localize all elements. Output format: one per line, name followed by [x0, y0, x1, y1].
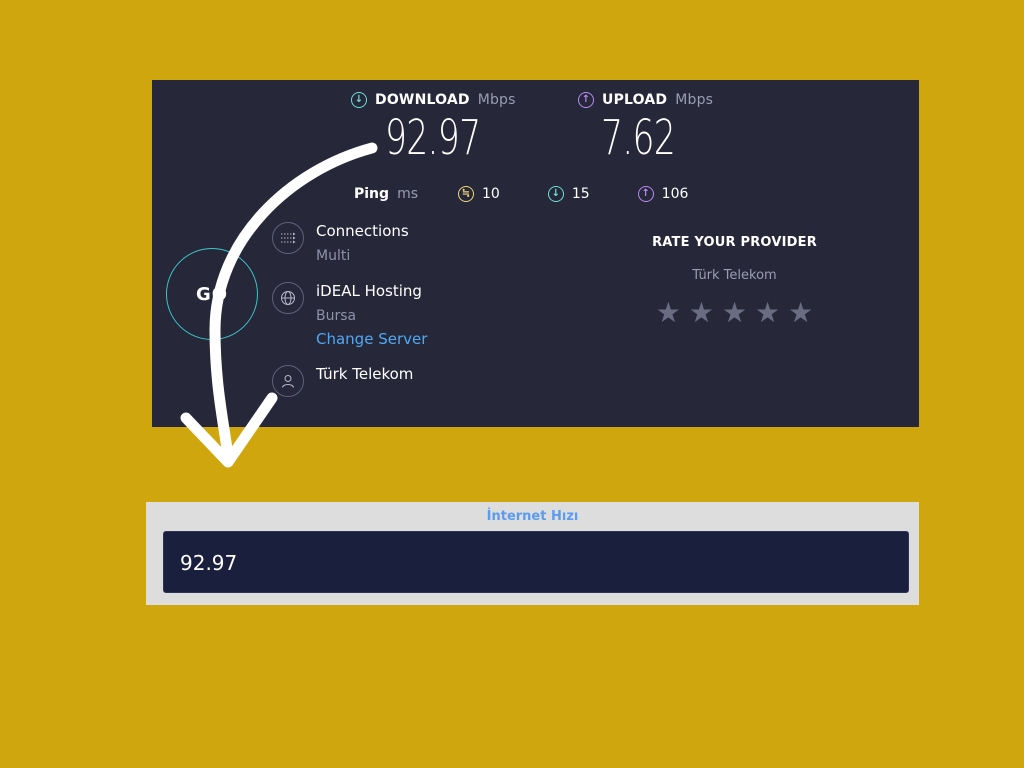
ping-upload: ↑ 106 — [637, 186, 689, 202]
upload-value: 7.62 — [600, 110, 676, 166]
ping-upload-value: 106 — [661, 186, 689, 202]
server-location: Bursa — [316, 308, 357, 324]
arrow-up-circle-icon: ↑ — [578, 92, 594, 108]
download-label: DOWNLOAD — [375, 92, 470, 108]
connections-title: Connections — [316, 222, 409, 240]
speedtest-panel: ↓ DOWNLOAD Mbps 92.97 ↑ UPLOAD Mbps 7.62… — [152, 80, 919, 427]
globe-icon — [272, 282, 304, 314]
ping-idle-value: 10 — [482, 186, 500, 202]
ping-idle: ≒ 10 — [458, 186, 500, 202]
star-icon[interactable]: ★ — [722, 299, 747, 327]
arrow-down-circle-icon: ↓ — [351, 92, 367, 108]
jitter-icon: ≒ — [458, 186, 474, 202]
star-icon[interactable]: ★ — [788, 299, 813, 327]
ping-label: Ping — [354, 186, 390, 202]
star-rating: ★ ★ ★ ★ ★ — [652, 299, 817, 327]
star-icon[interactable]: ★ — [755, 299, 780, 327]
arrow-down-circle-icon: ↓ — [547, 186, 564, 202]
connections-value: Multi — [316, 248, 351, 264]
server-name: iDEAL Hosting — [316, 282, 422, 300]
internet-speed-panel: İnternet Hızı 92.97 — [146, 502, 919, 605]
isp-info: Türk Telekom — [272, 365, 413, 397]
change-server-link[interactable]: Change Server — [316, 330, 427, 348]
upload-unit: Mbps — [675, 92, 714, 108]
internet-speed-field[interactable]: 92.97 — [163, 531, 909, 593]
user-icon — [272, 365, 304, 397]
isp-name: Türk Telekom — [316, 365, 414, 383]
star-icon[interactable]: ★ — [656, 299, 681, 327]
internet-speed-label: İnternet Hızı — [486, 509, 579, 524]
download-unit: Mbps — [477, 92, 516, 108]
upload-label: UPLOAD — [602, 92, 668, 108]
star-icon[interactable]: ★ — [689, 299, 714, 327]
download-metric: ↓ DOWNLOAD Mbps 92.97 — [351, 92, 531, 162]
ping-unit: ms — [397, 186, 418, 202]
upload-metric: ↑ UPLOAD Mbps 7.62 — [578, 92, 758, 162]
server-info: iDEAL Hosting Bursa Change Server — [272, 282, 427, 348]
connections-icon — [272, 222, 304, 254]
rate-provider-section: RATE YOUR PROVIDER Türk Telekom ★ ★ ★ ★ … — [652, 235, 817, 327]
download-value: 92.97 — [385, 110, 481, 166]
connections-info: Connections Multi — [272, 222, 409, 264]
arrow-up-circle-icon: ↑ — [637, 186, 654, 202]
rate-title: RATE YOUR PROVIDER — [652, 235, 817, 250]
ping-download-value: 15 — [571, 186, 590, 202]
ping-download: ↓ 15 — [547, 186, 590, 202]
ping-row: Ping ms ≒ 10 ↓ 15 ↑ 106 — [354, 186, 736, 202]
go-button[interactable]: GO — [166, 248, 258, 340]
rate-provider-name: Türk Telekom — [692, 268, 777, 283]
